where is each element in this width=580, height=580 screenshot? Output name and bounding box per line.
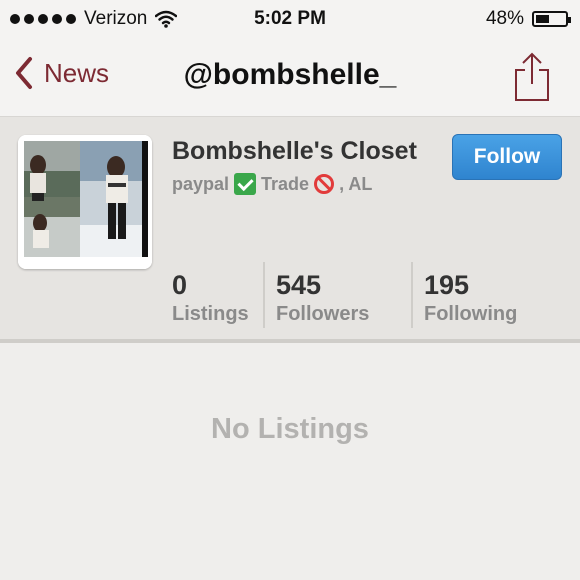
page-title: @bombshelle_	[183, 58, 397, 91]
follow-button[interactable]: Follow	[452, 134, 562, 180]
share-icon	[515, 52, 549, 101]
share-button[interactable]	[512, 52, 552, 102]
stat-followers-value: 545	[276, 270, 322, 300]
avatar[interactable]	[18, 135, 152, 269]
desc-paypal: paypal	[172, 173, 230, 194]
stat-divider	[411, 262, 413, 328]
stat-listings-label: Listings	[172, 303, 249, 325]
stat-followers[interactable]: 545 Followers	[276, 262, 406, 332]
profile-header: Bombshelle's Closet paypal Trade , AL Fo…	[0, 117, 580, 343]
stat-following-label: Following	[424, 303, 518, 325]
battery-icon	[532, 11, 571, 27]
empty-listings-text: No Listings	[211, 413, 369, 445]
battery-percent: 48%	[485, 8, 524, 29]
prohibited-icon	[314, 174, 335, 194]
status-bar: Verizon 5:02 PM 48%	[0, 0, 580, 38]
closet-name: Bombshelle's Closet	[172, 137, 417, 165]
stat-listings[interactable]: 0 Listings	[172, 262, 260, 332]
nav-bar: News @bombshelle_	[0, 38, 580, 117]
stat-following-value: 195	[424, 270, 470, 300]
check-mark-icon	[234, 173, 257, 195]
desc-location: , AL	[339, 173, 373, 194]
status-right: 48%	[485, 8, 571, 30]
stat-listings-value: 0	[172, 270, 188, 300]
avatar-photo	[18, 135, 152, 269]
stat-followers-label: Followers	[276, 303, 370, 325]
stat-divider	[263, 262, 265, 328]
stat-following[interactable]: 195 Following	[424, 262, 564, 332]
desc-trade: Trade	[261, 173, 310, 194]
listings-area: No Listings	[0, 343, 580, 580]
closet-description: paypal Trade , AL	[172, 173, 372, 195]
